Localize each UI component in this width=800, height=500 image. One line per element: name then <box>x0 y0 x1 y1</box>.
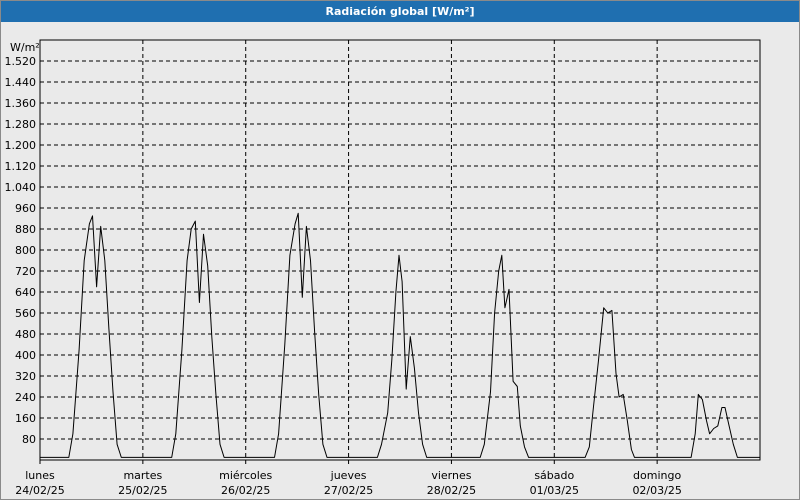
y-tick-label: 80 <box>22 433 36 446</box>
y-tick-label: 240 <box>15 391 36 404</box>
y-tick-label: 1.440 <box>5 76 37 89</box>
x-tick-day: lunes <box>25 469 55 482</box>
y-tick-label: 880 <box>15 223 36 236</box>
x-tick-date: 24/02/25 <box>15 484 64 497</box>
x-tick-day: miércoles <box>219 469 272 482</box>
radiation-chart: W/m² 80 160 240 320 400 480 560 640 720 800 880 960… <box>5 39 761 497</box>
y-tick-label: 1.520 <box>5 55 37 68</box>
y-tick-label: 960 <box>15 202 36 215</box>
y-tick-label: 1.120 <box>5 160 37 173</box>
y-tick-label: 1.360 <box>5 97 37 110</box>
x-tick-date: 28/02/25 <box>427 484 476 497</box>
x-tick-date: 25/02/25 <box>118 484 167 497</box>
y-tick-label: 560 <box>15 307 36 320</box>
y-tick-label: 1.280 <box>5 118 37 131</box>
x-tick-date: 02/03/25 <box>632 484 681 497</box>
chart-grid <box>40 40 760 460</box>
y-tick-label: 160 <box>15 412 36 425</box>
x-tick-day: martes <box>123 469 162 482</box>
y-tick-label: 720 <box>15 265 36 278</box>
y-tick-label: 1.200 <box>5 139 37 152</box>
x-tick-date: 01/03/25 <box>530 484 579 497</box>
y-tick-label: 400 <box>15 349 36 362</box>
x-tick-date: 27/02/25 <box>324 484 373 497</box>
x-tick-date: 26/02/25 <box>221 484 270 497</box>
x-tick-day: jueves <box>330 469 367 482</box>
x-tick-day: viernes <box>431 469 471 482</box>
x-axis-ticks: lunes 24/02/25 martes 25/02/25 miércoles 26/0… <box>15 460 682 497</box>
x-tick-day: domingo <box>633 469 681 482</box>
y-tick-label: 320 <box>15 370 36 383</box>
y-tick-label: 1.040 <box>5 181 37 194</box>
x-tick-day: sábado <box>534 469 574 482</box>
y-tick-label: 640 <box>15 286 36 299</box>
y-axis-ticks: 80 160 240 320 400 480 560 640 720 800 880 960 1.040… <box>5 55 37 446</box>
y-tick-label: 800 <box>15 244 36 257</box>
y-axis-label: W/m² <box>10 41 40 54</box>
y-tick-label: 480 <box>15 328 36 341</box>
